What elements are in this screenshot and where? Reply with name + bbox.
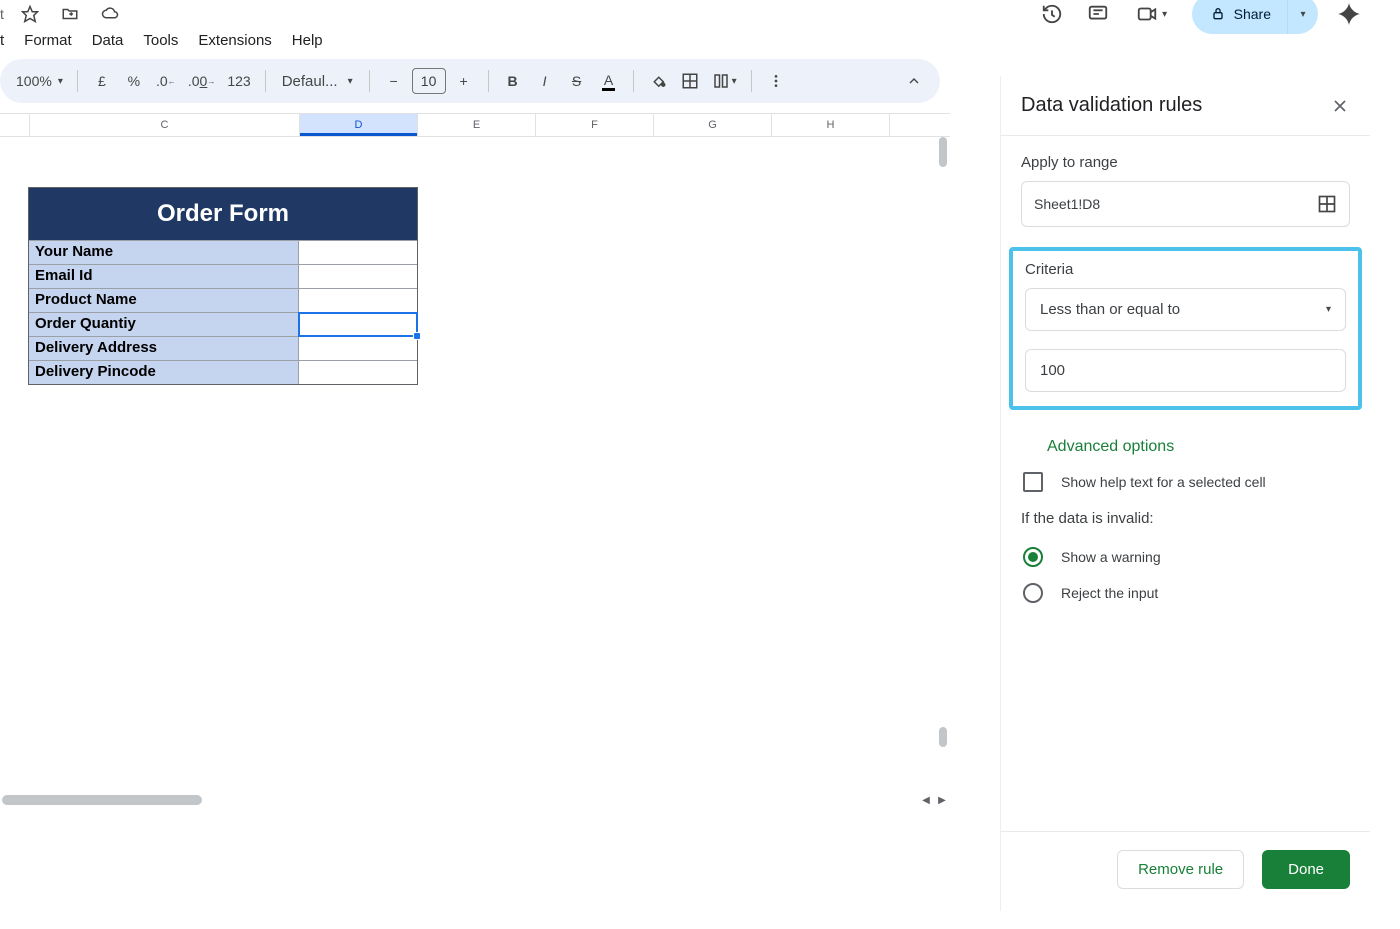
font-family-select[interactable]: Defaul...▾ <box>276 73 359 90</box>
increase-decimal-button[interactable]: .00→ <box>184 66 219 96</box>
borders-button[interactable] <box>676 66 704 96</box>
share-button-group: Share ▾ <box>1192 0 1318 34</box>
col-header-c[interactable]: C <box>30 114 300 136</box>
criteria-select[interactable]: Less than or equal to ▾ <box>1025 288 1346 331</box>
history-icon[interactable] <box>1038 0 1066 28</box>
font-size-decrease[interactable]: − <box>380 66 408 96</box>
move-folder-icon[interactable] <box>56 0 84 28</box>
advanced-options-toggle[interactable]: Advanced options <box>1021 424 1350 466</box>
col-header-f[interactable]: F <box>536 114 654 136</box>
data-validation-panel: Data validation rules Apply to range She… <box>1000 76 1370 911</box>
label-email: Email Id <box>29 265 299 288</box>
cell-email[interactable] <box>299 265 417 288</box>
zoom-select[interactable]: 100%▾ <box>12 66 67 96</box>
scroll-right-icon[interactable]: ▶ <box>934 793 950 807</box>
table-row: Delivery Address <box>29 336 417 360</box>
meet-icon[interactable]: ▾ <box>1130 0 1174 28</box>
cell-product[interactable] <box>299 289 417 312</box>
order-form: Order Form Your Name Email Id Product Na… <box>28 187 418 385</box>
vertical-scrollbar[interactable] <box>934 137 950 807</box>
remove-rule-button[interactable]: Remove rule <box>1117 850 1244 889</box>
label-product: Product Name <box>29 289 299 312</box>
bold-button[interactable]: B <box>499 66 527 96</box>
percent-format-button[interactable]: % <box>120 66 148 96</box>
gemini-icon[interactable] <box>1336 1 1362 27</box>
cell-pincode[interactable] <box>299 361 417 384</box>
comments-icon[interactable] <box>1084 0 1112 28</box>
table-row: Order Quantiy <box>29 312 417 336</box>
decrease-decimal-button[interactable]: .0← <box>152 66 180 96</box>
panel-title: Data validation rules <box>1021 94 1202 117</box>
label-pincode: Delivery Pincode <box>29 361 299 384</box>
chevron-down-icon: ▾ <box>1326 304 1331 315</box>
criteria-value: 100 <box>1040 362 1065 379</box>
label-your-name: Your Name <box>29 241 299 264</box>
menu-item-tools[interactable]: Tools <box>143 32 178 49</box>
label-address: Delivery Address <box>29 337 299 360</box>
criteria-value-input[interactable]: 100 <box>1025 349 1346 392</box>
currency-format-button[interactable]: £ <box>88 66 116 96</box>
share-caret[interactable]: ▾ <box>1288 9 1318 20</box>
radio-show-warning-label: Show a warning <box>1061 549 1161 565</box>
cell-your-name[interactable] <box>299 241 417 264</box>
fill-color-button[interactable] <box>644 66 672 96</box>
menu-item-help[interactable]: Help <box>292 32 323 49</box>
horizontal-scrollbar[interactable] <box>0 793 930 807</box>
grid-body[interactable]: Order Form Your Name Email Id Product Na… <box>0 137 950 807</box>
apply-range-value: Sheet1!D8 <box>1034 196 1100 212</box>
help-text-label: Show help text for a selected cell <box>1061 474 1266 490</box>
more-tools-button[interactable] <box>762 66 790 96</box>
menu-item-format[interactable]: Format <box>24 32 72 49</box>
toolbar: 100%▾ £ % .0← .00→ 123 Defaul...▾ − 10 +… <box>0 59 940 103</box>
star-icon[interactable] <box>16 0 44 28</box>
italic-button[interactable]: I <box>531 66 559 96</box>
strike-button[interactable]: S <box>563 66 591 96</box>
share-label: Share <box>1234 6 1271 22</box>
cell-quantity[interactable] <box>299 313 417 336</box>
grid-select-icon[interactable] <box>1317 194 1337 214</box>
col-header-g[interactable]: G <box>654 114 772 136</box>
font-size-increase[interactable]: + <box>450 66 478 96</box>
col-header-d[interactable]: D <box>300 114 418 136</box>
radio-reject-input-label: Reject the input <box>1061 585 1158 601</box>
zoom-value: 100% <box>16 73 52 89</box>
done-button[interactable]: Done <box>1262 850 1350 889</box>
label-quantity: Order Quantiy <box>29 313 299 336</box>
radio-show-warning[interactable] <box>1023 547 1043 567</box>
menu-item-extensions[interactable]: Extensions <box>198 32 271 49</box>
cloud-status-icon[interactable] <box>96 0 124 28</box>
table-row: Your Name <box>29 240 417 264</box>
col-header-h[interactable]: H <box>772 114 890 136</box>
table-row: Delivery Pincode <box>29 360 417 384</box>
column-headers: C D E F G H <box>0 113 950 137</box>
criteria-highlight: Criteria Less than or equal to ▾ 100 <box>1009 247 1362 410</box>
font-size-input[interactable]: 10 <box>412 68 446 94</box>
font-family-value: Defaul... <box>282 73 338 90</box>
select-all-cell[interactable] <box>0 114 30 136</box>
menu-item-edit-suffix[interactable]: t <box>0 32 4 49</box>
help-text-checkbox[interactable] <box>1023 472 1043 492</box>
close-icon[interactable] <box>1330 96 1350 116</box>
doc-title-suffix: t <box>0 6 4 22</box>
col-header-e[interactable]: E <box>418 114 536 136</box>
more-formats-button[interactable]: 123 <box>223 66 254 96</box>
collapse-toolbar-button[interactable] <box>900 66 928 96</box>
merge-button[interactable]: ▾ <box>708 66 741 96</box>
radio-reject-input[interactable] <box>1023 583 1043 603</box>
table-row: Product Name <box>29 288 417 312</box>
scroll-left-icon[interactable]: ◀ <box>918 793 934 807</box>
apply-range-label: Apply to range <box>1021 154 1350 171</box>
cell-address[interactable] <box>299 337 417 360</box>
order-form-title: Order Form <box>29 188 417 240</box>
share-button[interactable]: Share <box>1192 0 1288 34</box>
criteria-select-value: Less than or equal to <box>1040 301 1180 318</box>
text-color-button[interactable]: A <box>595 66 623 96</box>
criteria-label: Criteria <box>1025 261 1346 278</box>
table-row: Email Id <box>29 264 417 288</box>
menu-item-data[interactable]: Data <box>92 32 124 49</box>
invalid-data-label: If the data is invalid: <box>1021 510 1350 527</box>
apply-range-input[interactable]: Sheet1!D8 <box>1021 181 1350 227</box>
